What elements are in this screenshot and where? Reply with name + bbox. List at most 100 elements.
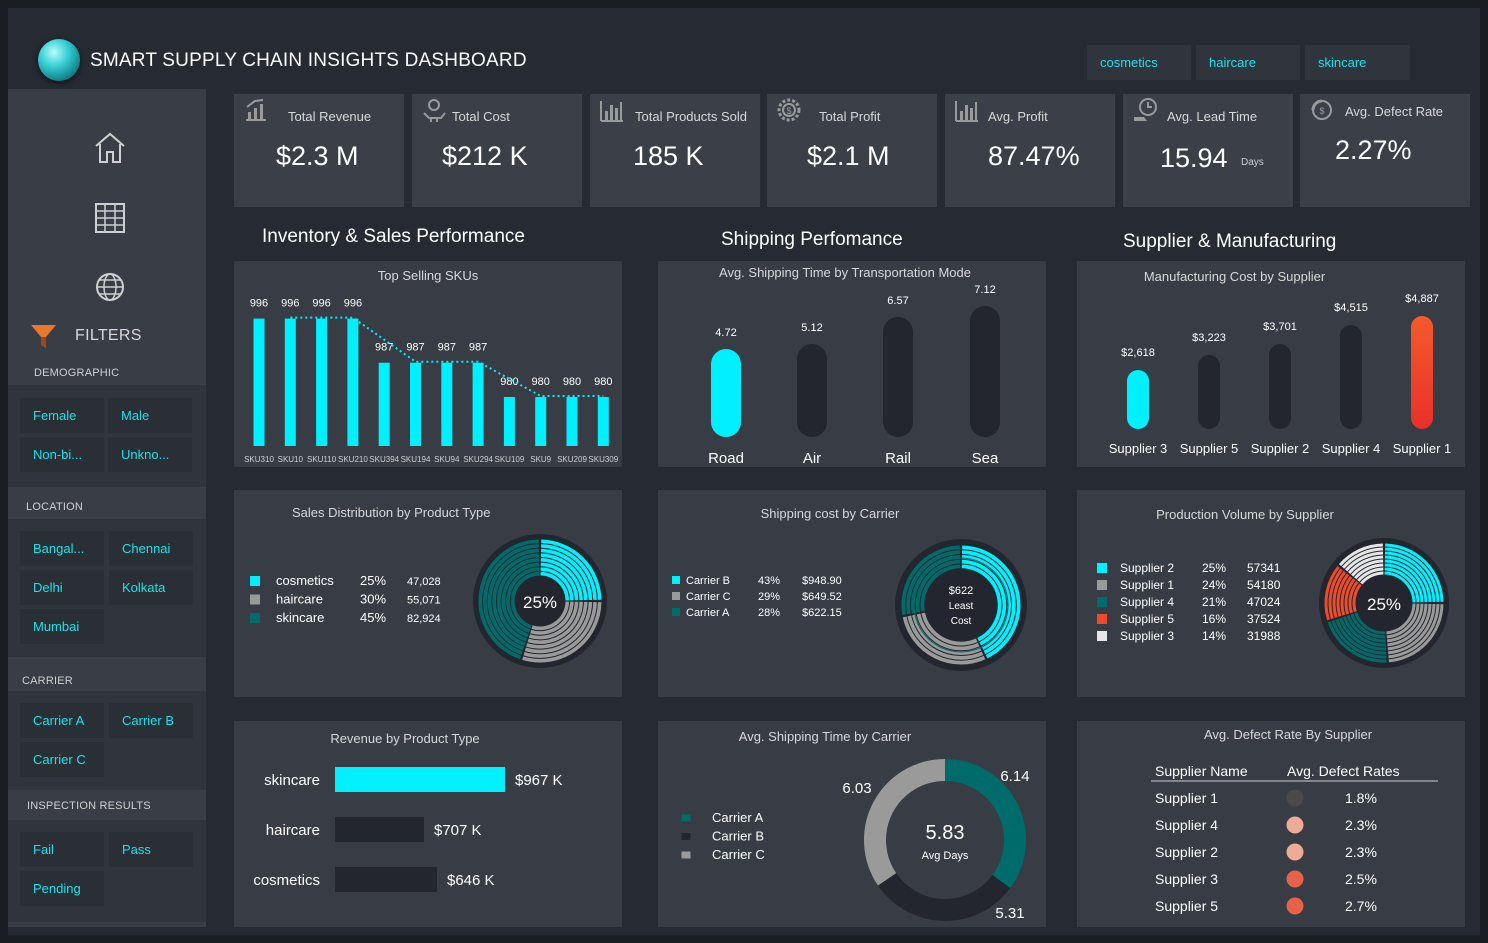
filter-carrier-b[interactable]: Carrier B [109, 703, 193, 738]
legend-label: Carrier C [686, 591, 731, 603]
legend-swatch [672, 592, 680, 600]
tick-label: Supplier 3 [1109, 441, 1168, 456]
legend-swatch [672, 608, 680, 616]
card-shipping-mode: Avg. Shipping Time by Transportation Mod… [658, 261, 1046, 467]
filter-carrier-c[interactable]: Carrier C [20, 742, 104, 777]
filter-pending[interactable]: Pending [20, 871, 104, 906]
card-mfg-cost: Manufacturing Cost by Supplier $2,618 Sup… [1077, 261, 1465, 467]
legend-label: skincare [276, 610, 324, 625]
legend-value: 31988 [1247, 629, 1281, 643]
data-label: 7.12 [974, 284, 995, 296]
legend-swatch [680, 813, 692, 823]
data-label: 987 [469, 342, 487, 354]
tick-label: Road [708, 450, 744, 467]
filter-fail[interactable]: Fail [20, 832, 104, 867]
legend-swatch [680, 850, 692, 860]
filter-unknown[interactable]: Unkno... [108, 437, 192, 472]
data-label: 980 [563, 376, 581, 388]
filter-pass[interactable]: Pass [109, 832, 193, 867]
filter-mumbai[interactable]: Mumbai [20, 609, 104, 644]
donut-center-label: 25% [1367, 595, 1401, 614]
kpi-label: Avg. Profit [988, 109, 1048, 124]
chip-haircare[interactable]: haircare [1196, 45, 1300, 80]
cost-hand-icon [423, 99, 446, 122]
chip-skincare[interactable]: skincare [1305, 45, 1410, 80]
globe-icon[interactable] [88, 268, 132, 308]
demographic-label: DEMOGRAPHIC [34, 367, 120, 379]
filter-chennai[interactable]: Chennai [109, 531, 193, 566]
table-cell-name: Supplier 2 [1155, 844, 1218, 860]
filters-label: FILTERS [75, 327, 142, 344]
legend-label: cosmetics [276, 573, 334, 588]
kpi-value: 15.94 [1160, 143, 1228, 173]
table-icon[interactable] [88, 199, 132, 239]
bar [347, 318, 359, 446]
tick-label: SKU294 [463, 455, 493, 464]
tick-label: cosmetics [253, 872, 320, 889]
data-label: $646 K [447, 872, 495, 889]
bar [335, 867, 437, 892]
home-icon[interactable] [88, 128, 132, 168]
shipping-mode-chart: 4.72 Road 5.12 Air 6.57 Rail 7.12 Sea [708, 284, 1000, 467]
legend-label: haircare [276, 592, 323, 607]
donut-center-label: Avg Days [922, 850, 969, 862]
bar [284, 318, 296, 446]
bar [316, 318, 328, 446]
tick-label: SKU209 [557, 455, 587, 464]
donut-center-label: 25% [523, 593, 557, 612]
bar [970, 306, 1000, 437]
data-label: 987 [406, 342, 424, 354]
table-cell-name: Supplier 3 [1155, 871, 1218, 887]
data-label: 996 [250, 298, 268, 310]
legend-label: Carrier C [712, 847, 765, 862]
filter-male[interactable]: Male [108, 398, 192, 433]
legend-swatch [250, 613, 260, 623]
legend-value: $649.52 [802, 591, 842, 603]
tick-label: SKU194 [401, 455, 431, 464]
status-dot [1286, 789, 1304, 807]
chip-cosmetics[interactable]: cosmetics [1087, 45, 1191, 80]
section-title-supplier: Supplier & Manufacturing [1123, 231, 1337, 252]
data-label: 980 [594, 376, 612, 388]
legend-pct: 43% [758, 575, 780, 587]
legend-pct: 28% [758, 607, 780, 619]
logo-orb-icon [38, 39, 80, 81]
tick-label: Supplier 1 [1393, 441, 1452, 456]
bar [1340, 325, 1362, 429]
legend-value: 82,924 [407, 613, 441, 625]
kpi-total-products-sold: Total Products Sold 185 K [590, 94, 760, 207]
filter-bangalore[interactable]: Bangal... [20, 531, 104, 566]
tick-label: SKU309 [588, 455, 618, 464]
kpi-label: Avg. Lead Time [1167, 109, 1258, 124]
legend-value: 47024 [1247, 595, 1281, 609]
bar [535, 397, 547, 446]
filter-kolkata[interactable]: Kolkata [109, 570, 193, 605]
filter-carrier-a[interactable]: Carrier A [20, 703, 104, 738]
kpi-label: Total Products Sold [635, 109, 748, 124]
carrier-label: CARRIER [22, 675, 73, 687]
bar [566, 397, 578, 446]
legend-swatch [1097, 597, 1107, 607]
filter-non-binary[interactable]: Non-bi... [20, 437, 104, 472]
legend-swatch [1097, 631, 1107, 641]
legend-pct: 24% [1202, 578, 1226, 592]
data-label: 5.12 [801, 322, 822, 334]
legend-value: 47,028 [407, 576, 441, 588]
filter-delhi[interactable]: Delhi [20, 570, 104, 605]
donut-center-label: Least [949, 601, 974, 612]
card-revenue-product: Revenue by Product Type skincare $967 Kha… [234, 721, 622, 927]
kpi-value: 87.47% [988, 141, 1080, 171]
legend-swatch [672, 576, 680, 584]
kpi-label: Avg. Defect Rate [1345, 104, 1444, 119]
bar-chart-icon [600, 101, 623, 122]
status-dot [1286, 843, 1304, 861]
defect-rate-table: Supplier Name Avg. Defect Rates Supplier 1… [1151, 763, 1438, 915]
table-cell-name: Supplier 5 [1155, 898, 1218, 914]
tick-label: SKU109 [495, 455, 525, 464]
legend-value: $948.90 [802, 575, 842, 587]
legend-label: Carrier A [712, 810, 764, 825]
legend-pct: 14% [1202, 629, 1226, 643]
filter-female[interactable]: Female [20, 398, 104, 433]
bar [1198, 355, 1220, 429]
bar [1269, 344, 1291, 429]
